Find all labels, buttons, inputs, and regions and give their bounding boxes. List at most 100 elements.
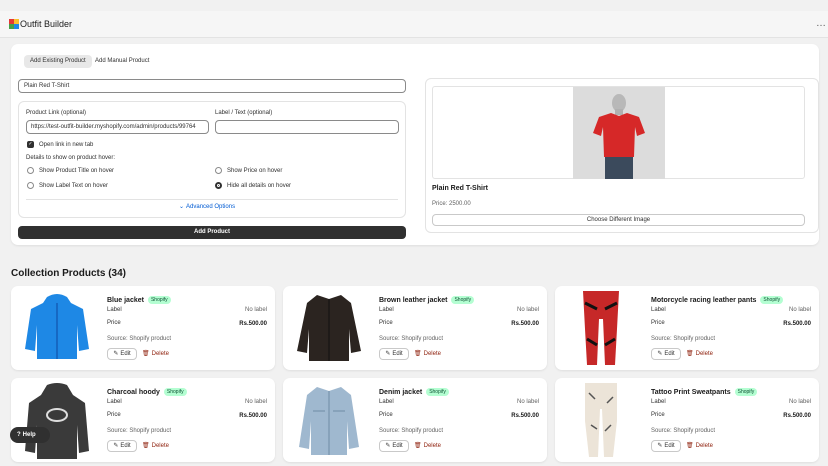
product-search-input[interactable]: Plain Red T-Shirt [18,79,406,93]
product-name: Blue jacket Shopify [107,296,171,304]
product-name-text: Motorcycle racing leather pants [651,297,757,304]
product-image [17,289,97,367]
delete-button[interactable]: 🗑 Delete [686,348,713,360]
help-icon: ? [17,432,21,438]
delete-button[interactable]: 🗑 Delete [686,440,713,452]
delete-label: Delete [151,443,169,449]
price-value: Rs.500.00 [239,413,267,419]
choose-different-image-button[interactable]: Choose Different Image [432,214,805,226]
app-title: Outfit Builder [20,19,73,29]
edit-label: Edit [392,351,403,357]
edit-button[interactable]: ✎ Edit [651,440,681,452]
edit-button[interactable]: ✎ Edit [651,348,681,360]
delete-button[interactable]: 🗑 Delete [142,440,169,452]
outfit-logo-icon [9,19,19,29]
label-text-input[interactable] [215,120,399,134]
product-name: Charcoal hoody Shopify [107,388,187,396]
edit-label: Edit [664,443,675,449]
label-value: No label [516,399,539,405]
delete-button[interactable]: 🗑 Delete [414,348,441,360]
collection-title: Collection Products (34) [11,268,127,279]
price-value: Rs.500.00 [783,321,811,327]
shopify-badge: Shopify [163,388,187,396]
edit-button[interactable]: ✎ Edit [107,348,137,360]
delete-label: Delete [695,443,713,449]
label-key: Label [107,399,122,405]
product-card: Brown leather jacket Shopify Label No lab… [283,286,547,370]
add-product-button[interactable]: Add Product [18,226,406,239]
delete-label: Delete [695,351,713,357]
product-source: Source: Shopify product [651,428,716,434]
label-key: Label [379,399,394,405]
label-value: No label [244,307,267,313]
product-card: Blue jacket Shopify Label No label Price … [11,286,275,370]
price-key: Price [651,412,665,418]
shopify-badge: Shopify [760,296,784,304]
edit-label: Edit [120,351,131,357]
price-value: Rs.500.00 [239,321,267,327]
product-name-text: Blue jacket [107,297,144,304]
product-image [17,381,97,459]
preview-product-name: Plain Red T-Shirt [432,185,489,192]
product-preview: Plain Red T-Shirt Price: 2500.00 Choose … [425,78,819,233]
radio-hide-all-label: Hide all details on hover [227,183,292,189]
chevron-down-icon: ⌄ [179,204,185,210]
product-link-input[interactable]: https://test-outfit-builder.myshopify.co… [26,120,209,134]
label-key: Label [651,399,666,405]
add-product-card: Add Existing Product Add Manual Product … [11,44,819,245]
product-source: Source: Shopify product [651,336,716,342]
app-header: Outfit Builder … [0,11,828,38]
radio-show-label[interactable] [27,182,34,189]
edit-label: Edit [120,443,131,449]
product-name-text: Brown leather jacket [379,297,448,304]
help-button[interactable]: ? Help [10,427,50,443]
radio-show-title-label: Show Product Title on hover [39,168,115,174]
edit-button[interactable]: ✎ Edit [379,440,409,452]
radio-show-title[interactable] [27,167,34,174]
product-source: Source: Shopify product [379,428,444,434]
more-actions-icon[interactable]: … [816,18,826,29]
trash-icon: 🗑 [142,443,150,449]
product-card: Motorcycle racing leather pants Shopify L… [555,286,819,370]
label-value: No label [516,307,539,313]
edit-button[interactable]: ✎ Edit [107,440,137,452]
divider [26,199,398,200]
product-name-text: Denim jacket [379,389,423,396]
tab-add-existing-product[interactable]: Add Existing Product [24,55,92,68]
open-new-tab-checkbox[interactable]: ✓ [27,141,34,148]
radio-show-price[interactable] [215,167,222,174]
delete-label: Delete [423,351,441,357]
price-value: Rs.500.00 [511,413,539,419]
shopify-badge: Shopify [451,296,475,304]
edit-icon: ✎ [385,351,391,357]
edit-icon: ✎ [385,443,391,449]
product-name: Brown leather jacket Shopify [379,296,475,304]
label-key: Label [651,307,666,313]
label-key: Label [107,307,122,313]
product-image [561,381,641,459]
delete-button[interactable]: 🗑 Delete [414,440,441,452]
trash-icon: 🗑 [142,351,150,357]
product-source: Source: Shopify product [107,428,172,434]
price-value: Rs.500.00 [783,413,811,419]
product-name: Denim jacket Shopify [379,388,449,396]
product-image [289,381,369,459]
delete-label: Delete [151,351,169,357]
label-value: No label [788,307,811,313]
advanced-options-link[interactable]: ⌄ Advanced Options [179,203,235,210]
product-link-label: Product Link (optional) [26,110,87,116]
price-value: Rs.500.00 [511,321,539,327]
tab-add-manual-product[interactable]: Add Manual Product [89,55,155,68]
preview-product-price: Price: 2500.00 [432,201,471,207]
product-source: Source: Shopify product [107,336,172,342]
price-key: Price [107,320,121,326]
edit-button[interactable]: ✎ Edit [379,348,409,360]
shopify-badge: Shopify [426,388,449,396]
label-key: Label [379,307,394,313]
trash-icon: 🗑 [686,351,694,357]
delete-button[interactable]: 🗑 Delete [142,348,169,360]
product-options-box: Product Link (optional) https://test-out… [18,101,406,218]
product-name-text: Tattoo Print Sweatpants [651,389,731,396]
trash-icon: 🗑 [686,443,694,449]
radio-hide-all[interactable] [215,182,222,189]
